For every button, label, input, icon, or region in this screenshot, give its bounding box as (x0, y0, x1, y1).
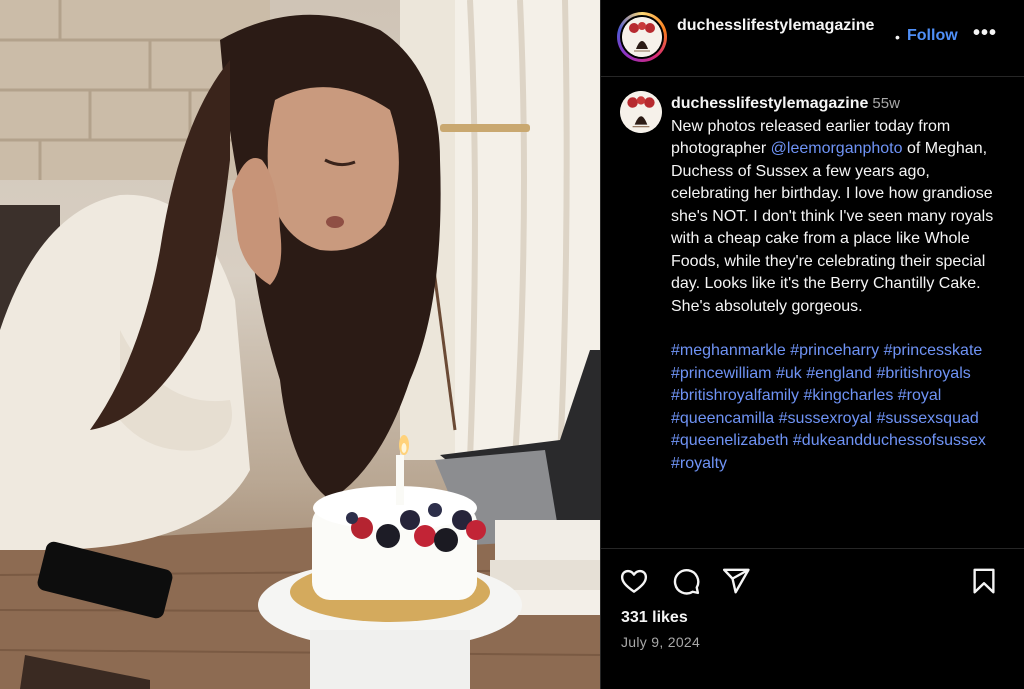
avatar[interactable] (617, 12, 667, 62)
like-count[interactable]: 331 likes (621, 609, 688, 627)
heart-icon[interactable] (619, 566, 649, 596)
hashtag-link[interactable]: #sussexsquad (876, 410, 978, 427)
separator-dot: • (895, 29, 900, 45)
post-header: duchesslifestylemagazine • Follow ••• (601, 0, 1024, 77)
post-photo-illustration (0, 0, 600, 689)
hashtag-link[interactable]: #dukeandduchessofsussex (793, 432, 986, 449)
hashtag-link[interactable]: #sussexroyal (779, 410, 872, 427)
caption-timestamp[interactable]: 55w (872, 95, 900, 112)
post-side-panel: duchesslifestylemagazine • Follow ••• du… (600, 0, 1024, 689)
hashtag-link[interactable]: #royalty (671, 455, 727, 472)
hashtag-list: #meghanmarkle #princeharry #princesskate… (671, 340, 1003, 475)
comment-bubble-icon[interactable] (671, 566, 701, 596)
hashtag-link[interactable]: #britishroyalfamily (671, 387, 799, 404)
hashtag-link[interactable]: #royal (898, 387, 942, 404)
crest-logo-icon (622, 17, 662, 57)
hashtag-link[interactable]: #princeharry (790, 342, 879, 359)
hashtag-link[interactable]: #kingcharles (804, 387, 894, 404)
post-photo[interactable] (0, 0, 600, 689)
paper-plane-icon[interactable] (721, 566, 751, 596)
hashtag-link[interactable]: #britishroyals (876, 365, 970, 382)
crest-logo-icon (620, 91, 662, 133)
hashtag-link[interactable]: #princesskate (884, 342, 983, 359)
caption-section: duchesslifestylemagazine 55w New photos r… (601, 77, 1024, 549)
hashtag-link[interactable]: #england (806, 365, 872, 382)
mention-link[interactable]: @leemorganphoto (771, 140, 903, 157)
hashtag-link[interactable]: #uk (776, 365, 802, 382)
header-username[interactable]: duchesslifestylemagazine (677, 16, 893, 36)
caption-avatar[interactable] (620, 91, 662, 133)
bookmark-icon[interactable] (969, 566, 999, 596)
caption-text: duchesslifestylemagazine 55w New photos r… (671, 93, 1003, 475)
action-bar (601, 560, 1024, 600)
post-date[interactable]: July 9, 2024 (621, 634, 700, 650)
follow-button[interactable]: Follow (907, 27, 958, 45)
hashtag-link[interactable]: #princewilliam (671, 365, 771, 382)
caption-username[interactable]: duchesslifestylemagazine (671, 95, 868, 112)
hashtag-link[interactable]: #queenelizabeth (671, 432, 788, 449)
hashtag-link[interactable]: #queencamilla (671, 410, 774, 427)
more-options-icon[interactable]: ••• (973, 22, 997, 45)
hashtag-link[interactable]: #meghanmarkle (671, 342, 786, 359)
caption-body-end: of Meghan, Duchess of Sussex a few years… (671, 140, 994, 315)
